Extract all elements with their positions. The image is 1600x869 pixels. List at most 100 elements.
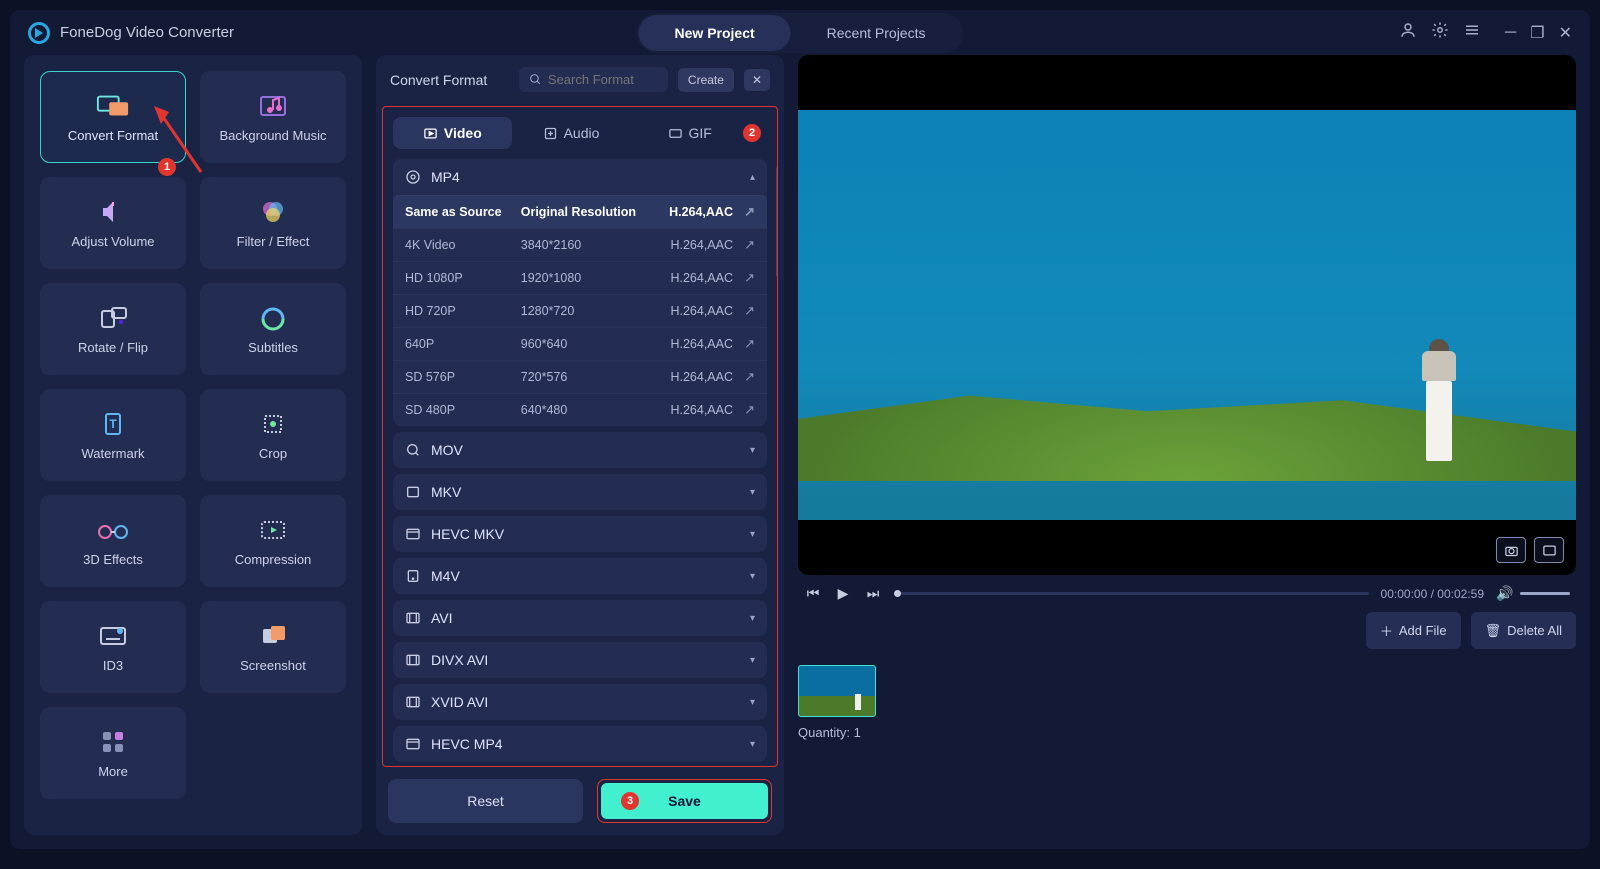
minimize-icon[interactable]: ─ xyxy=(1505,24,1516,42)
tool-background-music[interactable]: Background Music xyxy=(200,71,346,163)
format-header[interactable]: AVI▾ xyxy=(393,600,767,636)
format-icon xyxy=(405,484,421,500)
delete-all-button[interactable]: 🗑 Delete All xyxy=(1471,612,1576,649)
export-icon[interactable]: ↗ xyxy=(744,204,755,220)
tool-label: Adjust Volume xyxy=(71,234,154,249)
preset-codec: H.264,AAC xyxy=(637,238,733,252)
reset-button[interactable]: Reset xyxy=(388,779,583,823)
scrollbar[interactable] xyxy=(776,167,778,277)
preset-row[interactable]: 640P 960*640 H.264,AAC ↗ xyxy=(393,327,767,360)
format-header[interactable]: HEVC MKV▾ xyxy=(393,516,767,552)
tool-rotate-flip[interactable]: Rotate / Flip xyxy=(40,283,186,375)
export-icon[interactable]: ↗ xyxy=(744,237,755,253)
format-header[interactable]: DIVX AVI▾ xyxy=(393,642,767,678)
snapshot-icon[interactable] xyxy=(1496,537,1526,563)
search-format-field[interactable] xyxy=(519,67,668,92)
search-format-input[interactable] xyxy=(548,72,658,87)
preset-row[interactable]: SD 576P 720*576 H.264,AAC ↗ xyxy=(393,360,767,393)
format-header[interactable]: XVID AVI▾ xyxy=(393,684,767,720)
chevron-down-icon: ▾ xyxy=(750,571,755,582)
tab-new-project[interactable]: New Project xyxy=(639,15,791,51)
format-name: MKV xyxy=(431,484,461,500)
maximize-icon[interactable]: ❐ xyxy=(1530,23,1544,43)
tool-screenshot[interactable]: Screenshot xyxy=(200,601,346,693)
time-display: 00:00:00 / 00:02:59 xyxy=(1381,587,1484,601)
preset-codec: H.264,AAC xyxy=(637,304,733,318)
close-window-icon[interactable]: ✕ xyxy=(1559,23,1572,43)
export-icon[interactable]: ↗ xyxy=(744,303,755,319)
trash-icon: 🗑 xyxy=(1485,623,1502,639)
format-header-mp4[interactable]: MP4 ▴ xyxy=(393,159,767,195)
format-header[interactable]: HEVC MP4▾ xyxy=(393,726,767,762)
annotation-box-3: 3 Save xyxy=(597,779,772,823)
export-icon[interactable]: ↗ xyxy=(744,402,755,418)
export-icon[interactable]: ↗ xyxy=(744,336,755,352)
tool-watermark[interactable]: T Watermark xyxy=(40,389,186,481)
tool-compression[interactable]: Compression xyxy=(200,495,346,587)
format-header[interactable]: MOV▾ xyxy=(393,432,767,468)
format-group: MOV▾ xyxy=(393,432,767,468)
quantity-display: Quantity: 1 xyxy=(798,725,876,740)
chevron-up-icon: ▴ xyxy=(750,172,755,183)
next-icon[interactable]: ⏭ xyxy=(864,585,882,602)
tool-label: Screenshot xyxy=(240,658,306,673)
export-icon[interactable]: ↗ xyxy=(744,369,755,385)
format-tab-gif[interactable]: GIF xyxy=(630,117,749,149)
format-tab-video[interactable]: Video xyxy=(393,117,512,149)
prev-icon[interactable]: ⏮ xyxy=(804,585,822,602)
close-panel-icon[interactable]: ✕ xyxy=(744,69,770,91)
tool-3d-effects[interactable]: 3D Effects xyxy=(40,495,186,587)
preset-row[interactable]: HD 1080P 1920*1080 H.264,AAC ↗ xyxy=(393,261,767,294)
menu-icon[interactable] xyxy=(1463,21,1481,44)
volume-slider[interactable] xyxy=(1520,592,1570,595)
tool-label: Subtitles xyxy=(248,340,298,355)
add-file-button[interactable]: ＋Add File xyxy=(1366,612,1461,649)
volume-icon[interactable]: 🔊 xyxy=(1496,585,1514,602)
video-preview[interactable] xyxy=(798,55,1576,575)
tool-more[interactable]: More xyxy=(40,707,186,799)
app-logo-icon xyxy=(28,22,50,44)
tool-subtitles[interactable]: Subtitles xyxy=(200,283,346,375)
create-button[interactable]: Create xyxy=(678,68,734,92)
export-icon[interactable]: ↗ xyxy=(744,270,755,286)
gear-icon[interactable] xyxy=(1431,21,1449,44)
chevron-down-icon: ▾ xyxy=(750,529,755,540)
account-icon[interactable] xyxy=(1399,21,1417,44)
preset-resolution: 1920*1080 xyxy=(521,271,637,285)
chevron-down-icon: ▾ xyxy=(750,697,755,708)
play-icon[interactable]: ▶ xyxy=(834,585,852,602)
preset-resolution: 960*640 xyxy=(521,337,637,351)
format-tab-audio[interactable]: Audio xyxy=(512,117,631,149)
video-thumbnail[interactable] xyxy=(798,665,876,717)
format-icon xyxy=(405,442,421,458)
tab-recent-projects[interactable]: Recent Projects xyxy=(791,15,962,51)
format-header[interactable]: M4V▾ xyxy=(393,558,767,594)
subtitles-icon xyxy=(256,304,290,332)
save-button[interactable]: 3 Save xyxy=(601,783,768,819)
tool-adjust-volume[interactable]: Adjust Volume xyxy=(40,177,186,269)
preset-name: Same as Source xyxy=(405,205,521,219)
tool-label: 3D Effects xyxy=(83,552,143,567)
format-icon xyxy=(405,610,421,626)
tool-id3[interactable]: ID3 xyxy=(40,601,186,693)
tool-crop[interactable]: Crop xyxy=(200,389,346,481)
chevron-down-icon: ▾ xyxy=(750,613,755,624)
preset-row[interactable]: Same as Source Original Resolution H.264… xyxy=(393,195,767,228)
preset-row[interactable]: HD 720P 1280*720 H.264,AAC ↗ xyxy=(393,294,767,327)
preset-row[interactable]: 4K Video 3840*2160 H.264,AAC ↗ xyxy=(393,228,767,261)
preset-resolution: 640*480 xyxy=(521,403,637,417)
chevron-down-icon: ▾ xyxy=(750,445,755,456)
annotation-badge-3: 3 xyxy=(621,792,639,810)
format-list[interactable]: MP4 ▴ Same as Source Original Resolution… xyxy=(383,159,777,766)
preset-codec: H.264,AAC xyxy=(637,370,733,384)
preset-codec: H.264,AAC xyxy=(637,271,733,285)
button-label: Delete All xyxy=(1507,623,1562,638)
preset-row[interactable]: SD 480P 640*480 H.264,AAC ↗ xyxy=(393,393,767,426)
tool-label: Watermark xyxy=(81,446,144,461)
convert-format-panel: Convert Format Create ✕ Video xyxy=(376,55,784,835)
tool-filter-effect[interactable]: Filter / Effect xyxy=(200,177,346,269)
seek-slider[interactable] xyxy=(894,592,1369,595)
tool-label: Crop xyxy=(259,446,287,461)
fullscreen-icon[interactable] xyxy=(1534,537,1564,563)
format-header[interactable]: MKV▾ xyxy=(393,474,767,510)
